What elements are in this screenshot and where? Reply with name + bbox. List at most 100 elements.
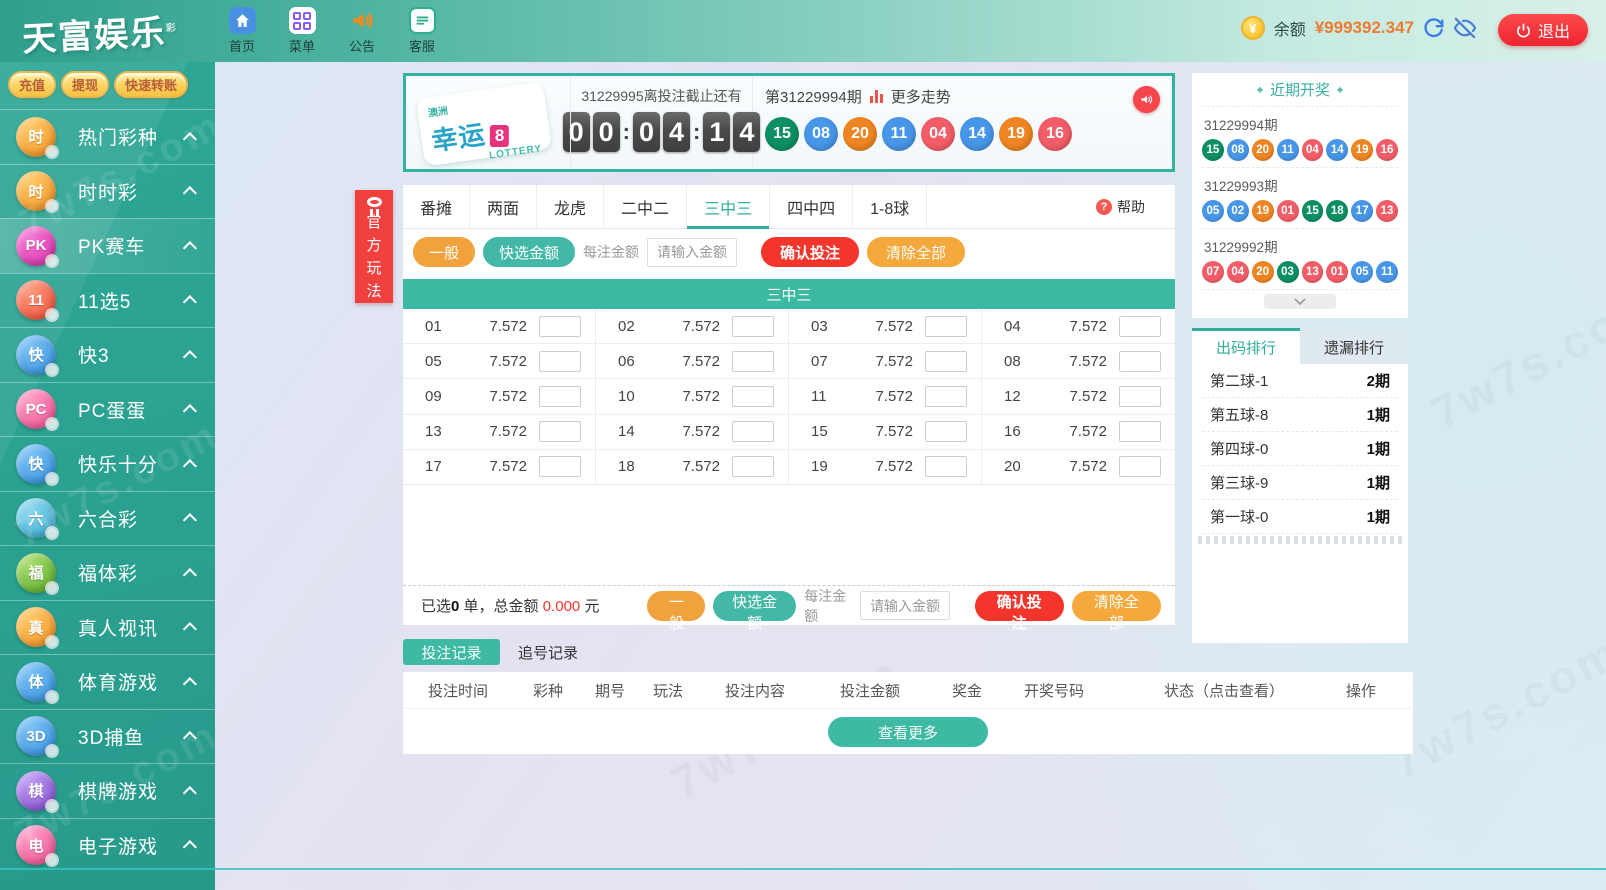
bet-amount-input[interactable] xyxy=(539,316,581,337)
clear-all-button[interactable]: 清除全部 xyxy=(867,237,965,267)
bet-cell[interactable]: 187.572 xyxy=(596,450,789,485)
expand-draws-button[interactable] xyxy=(1264,294,1336,309)
logout-button[interactable]: 退出 xyxy=(1498,14,1588,46)
mode-general-button[interactable]: 一般 xyxy=(647,591,705,621)
bet-cell[interactable]: 107.572 xyxy=(596,379,789,414)
bet-cell[interactable]: 047.572 xyxy=(982,309,1175,344)
bet-cell[interactable]: 017.572 xyxy=(403,309,596,344)
bet-cell[interactable]: 037.572 xyxy=(789,309,982,344)
chevron-up-icon xyxy=(183,350,197,364)
bet-cell[interactable]: 057.572 xyxy=(403,344,596,379)
bet-amount-input[interactable] xyxy=(732,316,774,337)
chevron-down-icon xyxy=(1294,298,1306,306)
sidebar-item-sports[interactable]: 体 体育游戏 xyxy=(0,654,215,709)
bet-cell[interactable]: 127.572 xyxy=(982,379,1175,414)
bet-amount-input[interactable] xyxy=(1119,351,1161,372)
nav-home[interactable]: 首页 xyxy=(218,7,266,55)
tab-4-of-4[interactable]: 四中四 xyxy=(770,185,853,228)
issue-number: 第31229994期 xyxy=(765,86,862,107)
help-link[interactable]: ? 帮助 xyxy=(1096,185,1175,228)
sidebar-menu: 时 热门彩种 时 时时彩 PK PK赛车 11 11选5 快 快3 PC PC蛋… xyxy=(0,109,215,872)
bet-amount-input[interactable] xyxy=(1119,316,1161,337)
sidebar-item-3d-fishing[interactable]: 3D 3D捕鱼 xyxy=(0,709,215,764)
withdraw-button[interactable]: 提现 xyxy=(61,71,109,98)
bet-amount-input[interactable] xyxy=(925,316,967,337)
bet-cell[interactable]: 197.572 xyxy=(789,450,982,485)
tab-1-8-ball[interactable]: 1-8球 xyxy=(853,185,927,228)
sound-toggle-icon[interactable] xyxy=(1133,86,1160,113)
sidebar-item-11x5[interactable]: 11 11选5 xyxy=(0,273,215,328)
bet-controls-top: 一般 快选金额 每注金额 确认投注 清除全部 xyxy=(403,229,1175,275)
mode-general-button[interactable]: 一般 xyxy=(413,237,475,267)
tab-chase-records[interactable]: 追号记录 xyxy=(518,642,578,663)
tab-number-ranking[interactable]: 出码排行 xyxy=(1192,328,1300,364)
sidebar-item-pk-racing[interactable]: PK PK赛车 xyxy=(0,218,215,273)
bet-amount-input[interactable] xyxy=(1119,456,1161,477)
deposit-button[interactable]: 充值 xyxy=(8,71,56,98)
tab-2-of-2[interactable]: 二中二 xyxy=(604,185,687,228)
sidebar-item-slots[interactable]: 电 电子游戏 xyxy=(0,818,215,873)
bet-amount-input[interactable] xyxy=(539,456,581,477)
confirm-bet-button[interactable]: 确认投注 xyxy=(761,237,859,267)
bet-amount-input[interactable] xyxy=(925,386,967,407)
tab-two-sides[interactable]: 两面 xyxy=(470,185,537,228)
confirm-bet-button[interactable]: 确认投注 xyxy=(975,591,1064,621)
tab-fantan[interactable]: 番摊 xyxy=(403,185,470,228)
bet-amount-input[interactable] xyxy=(539,351,581,372)
bet-cell[interactable]: 147.572 xyxy=(596,415,789,450)
bet-cell[interactable]: 137.572 xyxy=(403,415,596,450)
bet-cell[interactable]: 067.572 xyxy=(596,344,789,379)
bet-amount-input[interactable] xyxy=(1119,386,1161,407)
sidebar-item-ssc[interactable]: 时 时时彩 xyxy=(0,164,215,219)
bet-amount-input[interactable] xyxy=(1119,421,1161,442)
tab-3-of-3[interactable]: 三中三 xyxy=(687,185,770,228)
nav-menu[interactable]: 菜单 xyxy=(278,7,326,55)
bet-amount-input[interactable] xyxy=(925,456,967,477)
bet-cell[interactable]: 097.572 xyxy=(403,379,596,414)
quick-amount-button[interactable]: 快选金额 xyxy=(713,591,796,621)
lottery-ball-icon: 快 xyxy=(16,444,56,484)
sidebar-item-welfare-lottery[interactable]: 福 福体彩 xyxy=(0,545,215,600)
bet-cell[interactable]: 207.572 xyxy=(982,450,1175,485)
nav-announcement[interactable]: 公告 xyxy=(338,7,386,55)
more-trends-link[interactable]: 更多走势 xyxy=(891,86,951,107)
bet-cell[interactable]: 077.572 xyxy=(789,344,982,379)
bet-amount-input[interactable] xyxy=(925,351,967,372)
bet-cell[interactable]: 087.572 xyxy=(982,344,1175,379)
amount-input[interactable] xyxy=(860,591,950,620)
tab-missing-ranking[interactable]: 遗漏排行 xyxy=(1300,328,1408,364)
quick-transfer-button[interactable]: 快速转账 xyxy=(114,71,188,98)
bet-amount-input[interactable] xyxy=(539,421,581,442)
quick-amount-button[interactable]: 快选金额 xyxy=(483,237,575,267)
tab-dragon-tiger[interactable]: 龙虎 xyxy=(537,185,604,228)
bet-amount-input[interactable] xyxy=(925,421,967,442)
amount-input[interactable] xyxy=(647,238,737,267)
official-play-ribbon[interactable]: 官 方 玩 法 xyxy=(355,190,393,303)
view-more-button[interactable]: 查看更多 xyxy=(828,717,988,747)
sidebar-item-live-casino[interactable]: 真 真人视讯 xyxy=(0,600,215,655)
bet-amount-input[interactable] xyxy=(732,351,774,372)
nav-support[interactable]: 客服 xyxy=(398,7,446,55)
home-icon xyxy=(229,7,256,34)
refresh-icon[interactable] xyxy=(1423,17,1445,39)
bet-amount-input[interactable] xyxy=(539,386,581,407)
power-icon xyxy=(1516,23,1531,38)
sidebar-item-happy10[interactable]: 快 快乐十分 xyxy=(0,436,215,491)
bet-cell[interactable]: 157.572 xyxy=(789,415,982,450)
sidebar-item-board-games[interactable]: 棋 棋牌游戏 xyxy=(0,763,215,818)
sidebar-item-hot-lotteries[interactable]: 时 热门彩种 xyxy=(0,109,215,164)
bet-amount-input[interactable] xyxy=(732,456,774,477)
bet-cell[interactable]: 177.572 xyxy=(403,450,596,485)
bet-amount-input[interactable] xyxy=(732,386,774,407)
bet-cell[interactable]: 117.572 xyxy=(789,379,982,414)
bet-cell[interactable]: 167.572 xyxy=(982,415,1175,450)
bet-amount-input[interactable] xyxy=(732,421,774,442)
eye-off-icon[interactable] xyxy=(1454,17,1476,39)
tab-bet-records[interactable]: 投注记录 xyxy=(403,639,500,665)
sidebar-item-mark6[interactable]: 六 六合彩 xyxy=(0,491,215,546)
sidebar-item-pc-dandan[interactable]: PC PC蛋蛋 xyxy=(0,382,215,437)
chevron-up-icon xyxy=(183,568,197,582)
sidebar-item-kuai3[interactable]: 快 快3 xyxy=(0,327,215,382)
bet-cell[interactable]: 027.572 xyxy=(596,309,789,344)
clear-all-button[interactable]: 清除全部 xyxy=(1072,591,1161,621)
